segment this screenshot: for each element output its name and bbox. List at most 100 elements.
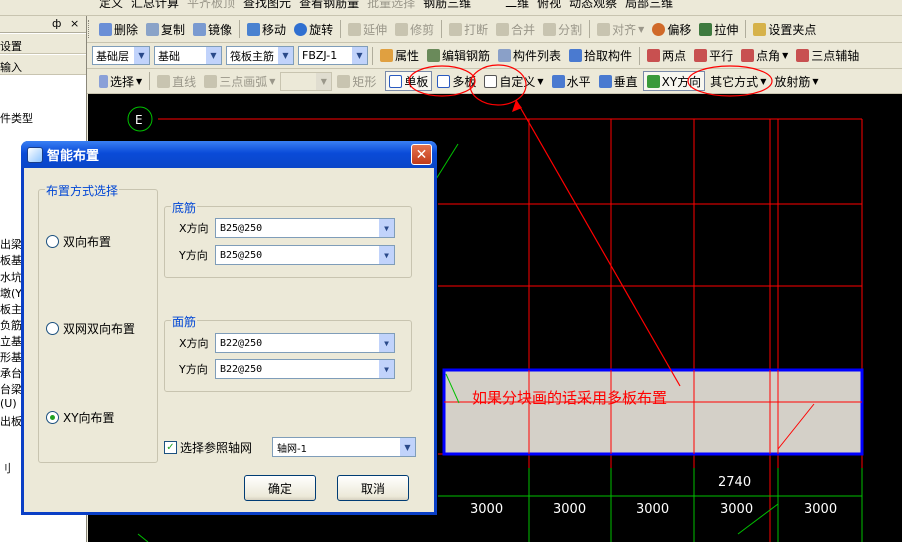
input-band[interactable]: 输入 [0, 55, 86, 75]
merge-button[interactable]: 合并 [493, 19, 538, 39]
batch-select-button[interactable]: 批量选择 [364, 0, 418, 13]
select-button[interactable]: 选择 ▼ [96, 71, 145, 91]
panel-header: ф × [0, 16, 86, 33]
extend-button[interactable]: 延伸 [345, 19, 390, 39]
parallel-axis-button[interactable]: 平行 [691, 46, 736, 66]
tree-item[interactable]: 台梁 [0, 381, 22, 397]
move-button[interactable]: 移动 [244, 19, 289, 39]
edit-rebar-button[interactable]: 编辑钢筋 [424, 46, 493, 66]
rebar-3d-button[interactable]: 钢筋三维 [420, 0, 474, 13]
three-point-axis-button[interactable]: 三点辅轴 [793, 46, 862, 66]
three-point-icon [796, 49, 810, 62]
element-select[interactable]: FBZJ-1 ▼ [298, 46, 368, 65]
xy-direction-button[interactable]: XY方向 [642, 71, 706, 91]
line-button[interactable]: 直线 [154, 71, 199, 91]
offset-button[interactable]: 偏移 [649, 19, 694, 39]
dynamic-view-button[interactable]: 动态观察 [566, 0, 620, 13]
flush-slab-top-button[interactable]: 平齐板顶 [184, 0, 238, 13]
tree-item[interactable]: 承台 [0, 365, 22, 381]
tree-item[interactable]: 水坑 [0, 269, 22, 285]
edit-toolbar: 删除 复制 镜像 移动 旋转 延伸 修剪 打断 合并 分割 对齐 ▼ 偏移 拉伸 … [0, 16, 902, 43]
radio-double-net[interactable]: 双网双向布置 [46, 320, 135, 337]
tree-item[interactable]: 出梁 [0, 236, 22, 252]
input-item[interactable]: 输入 [0, 59, 22, 75]
local-3d-button[interactable]: 局部三维 [622, 0, 676, 13]
dialog-titlebar[interactable]: 智能布置 ✕ [21, 141, 437, 168]
tree-item[interactable]: 板主 [0, 301, 22, 317]
move-icon [247, 22, 261, 36]
radio-bidirectional[interactable]: 双向布置 [46, 233, 111, 250]
break-button[interactable]: 打断 [446, 19, 491, 39]
tree-item[interactable]: 形基 [0, 349, 22, 365]
two-point-axis-button[interactable]: 两点 [644, 46, 689, 66]
axis-bubble-e[interactable]: E [127, 106, 153, 132]
settings-band[interactable]: 设置 [0, 34, 86, 54]
selected-slab[interactable] [442, 368, 864, 456]
extend-icon [348, 22, 362, 36]
cancel-button[interactable]: 取消 [337, 475, 409, 501]
type-select[interactable]: 筏板主筋 ▼ [226, 46, 294, 65]
stretch-button[interactable]: 拉伸 [696, 19, 741, 39]
category-select[interactable]: 基础 ▼ [154, 46, 222, 65]
custom-button[interactable]: 自定义 ▼ [481, 71, 546, 91]
settings-item[interactable]: 设置 [0, 38, 22, 54]
checkbox-checked-icon: ✓ [164, 441, 177, 454]
radial-rebar-button[interactable]: 放射筋 ▼ [771, 71, 821, 91]
mirror-icon [193, 22, 207, 36]
other-methods-button[interactable]: 其它方式 ▼ [707, 71, 769, 91]
component-type-item[interactable]: 件类型 [0, 110, 33, 126]
vertical-button[interactable]: 垂直 [596, 71, 641, 91]
two-point-icon [647, 49, 661, 62]
chevron-down-icon: ▼ [379, 334, 394, 352]
arc-option-select[interactable]: ▼ [280, 71, 333, 91]
set-grip-button[interactable]: 设置夹点 [750, 19, 819, 39]
floor-select[interactable]: 基础层 ▼ [92, 46, 150, 65]
top-view-button[interactable]: 俯视 [534, 0, 564, 13]
view-2d-button[interactable]: 二维 [502, 0, 532, 13]
tree-item[interactable]: 负筋 [0, 317, 22, 333]
copy-button[interactable]: 复制 [143, 19, 188, 39]
properties-button[interactable]: 属性 [377, 46, 422, 66]
tree-item[interactable]: (U) [0, 397, 17, 410]
single-slab-button[interactable]: 单板 [385, 71, 433, 91]
close-icon[interactable]: ✕ [411, 144, 432, 165]
radio-xy-direction[interactable]: XY向布置 [46, 409, 115, 426]
three-point-arc-button[interactable]: 三点画弧 ▼ [201, 71, 278, 91]
radio-icon [46, 322, 59, 335]
rectangle-button[interactable]: 矩形 [334, 71, 379, 91]
component-list-button[interactable]: 构件列表 [495, 46, 564, 66]
bottom-x-row: X方向 B25@250 ▼ [179, 218, 395, 238]
split-button[interactable]: 分割 [540, 19, 585, 39]
pin-icon[interactable]: ф [52, 17, 61, 30]
ok-button[interactable]: 确定 [244, 475, 316, 501]
tree-item[interactable]: 刂 [0, 460, 11, 476]
delete-button[interactable]: 删除 [96, 19, 141, 39]
trim-button[interactable]: 修剪 [392, 19, 437, 39]
bottom-y-select[interactable]: B25@250 ▼ [215, 245, 395, 265]
point-angle-button[interactable]: 点角 ▼ [738, 46, 791, 66]
bottom-x-select[interactable]: B25@250 ▼ [215, 218, 395, 238]
find-element-button[interactable]: 查找图元 [240, 0, 294, 13]
align-button[interactable]: 对齐 ▼ [594, 19, 647, 39]
tree-item[interactable]: 立基 [0, 333, 22, 349]
multi-slab-button[interactable]: 多板 [434, 71, 479, 91]
summary-calc-button[interactable]: 汇总计算 [128, 0, 182, 13]
ref-axis-checkbox[interactable]: ✓ 选择参照轴网 [164, 439, 252, 456]
tree-item[interactable]: 板基 [0, 252, 22, 268]
close-icon[interactable]: × [70, 17, 79, 30]
ref-axis-select[interactable]: 轴网-1 ▼ [272, 437, 416, 457]
dim-label-2740: 2740 [718, 475, 751, 490]
top-y-select[interactable]: B22@250 ▼ [215, 359, 395, 379]
pick-component-button[interactable]: 拾取构件 [566, 46, 635, 66]
mirror-button[interactable]: 镜像 [190, 19, 235, 39]
tree-item[interactable]: 墩(Y [0, 285, 22, 301]
draw-toolbar: 选择 ▼ 直线 三点画弧 ▼ ▼ 矩形 单板 多板 自定义 ▼ 水平 垂直 XY方向 … [0, 69, 902, 94]
horizontal-button[interactable]: 水平 [549, 71, 594, 91]
rotate-button[interactable]: 旋转 [291, 19, 336, 39]
tree-item[interactable]: 出板 [0, 413, 22, 429]
define-button[interactable]: 定义 [96, 0, 126, 13]
top-x-select[interactable]: B22@250 ▼ [215, 333, 395, 353]
dim-label: 3000 [470, 502, 503, 517]
chevron-down-icon: ▼ [379, 219, 394, 237]
view-rebar-button[interactable]: 查看钢筋量 [296, 0, 362, 13]
